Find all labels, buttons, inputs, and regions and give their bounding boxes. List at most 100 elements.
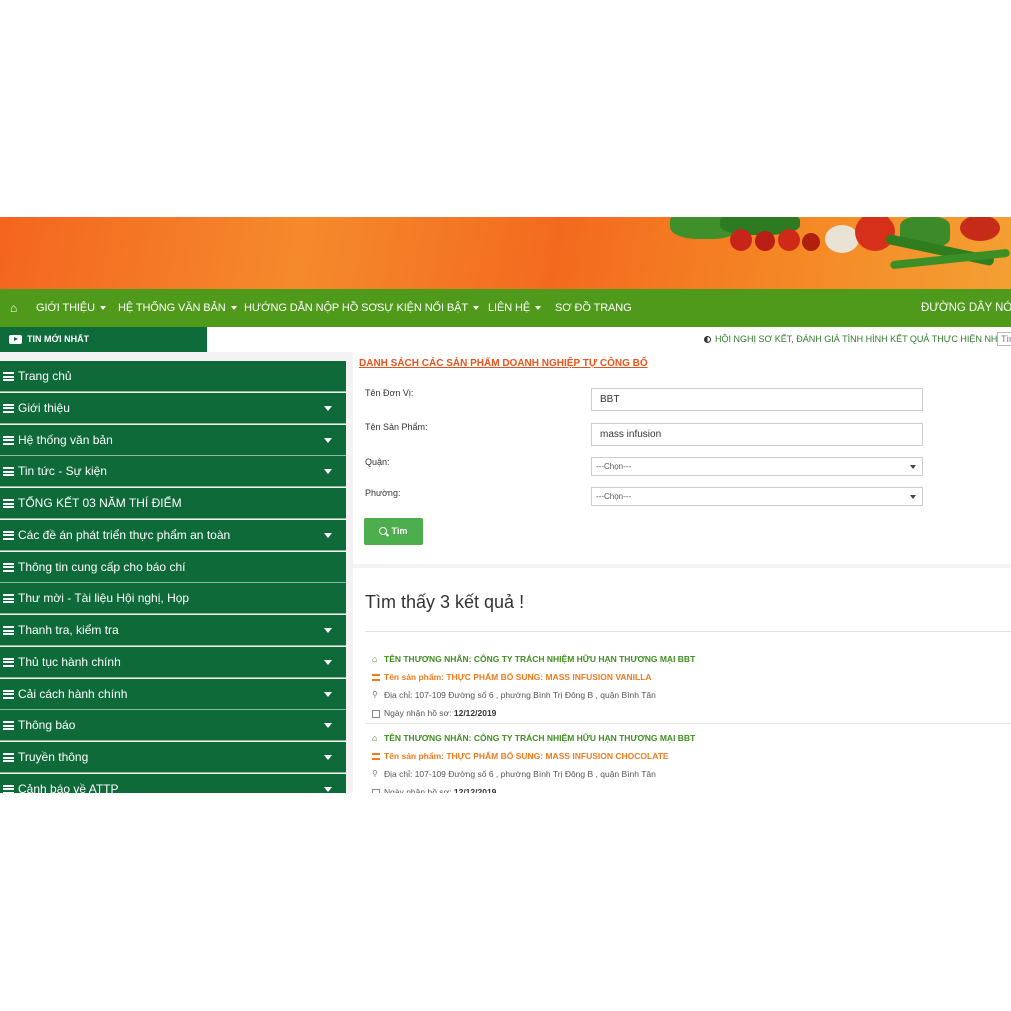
divider	[365, 631, 1011, 632]
date-row: Ngày nhận hồ sơ: 12/12/2019	[372, 704, 695, 722]
sidebar-item[interactable]: Truyền thông	[0, 742, 346, 773]
sidebar-item-label: Truyền thông	[18, 750, 89, 764]
sidebar-item[interactable]: Cải cách hành chính	[0, 678, 346, 710]
sidebar-item[interactable]: TỔNG KẾT 03 NĂM THÍ ĐIỂM	[0, 488, 346, 519]
nav-item-so-do-trang[interactable]: SƠ ĐỒ TRANG	[555, 289, 632, 327]
district-select[interactable]: ---Chọn---	[591, 457, 923, 476]
home-icon: ⌂	[372, 654, 378, 664]
address-row: ⚲ Địa chỉ: 107-109 Đường số 6 , phường Bì…	[372, 765, 695, 783]
ward-select[interactable]: ---Chọn---	[591, 487, 923, 506]
sidebar-item-label: Thông báo	[18, 718, 76, 733]
chevron-down-icon	[535, 306, 542, 311]
search-button[interactable]: Tìm	[364, 518, 423, 545]
chevron-down-icon	[324, 723, 332, 729]
list-icon	[3, 721, 14, 731]
search-panel: DANH SÁCH CÁC SẢN PHẨM DOANH NGHIỆP TỰ C…	[353, 352, 1011, 564]
list-icon	[3, 403, 14, 413]
product-name-input[interactable]	[591, 423, 923, 446]
main-nav: ⌂ GIỚI THIỆU HỆ THỐNG VĂN BẢN HƯỚNG DẪN …	[0, 289, 1011, 327]
product-row[interactable]: Tên sản phẩm: THỰC PHẨM BỔ SUNG: MASS IN…	[372, 668, 695, 686]
list-icon	[372, 674, 380, 681]
merchant-row[interactable]: ⌂ TÊN THƯƠNG NHÂN: CÔNG TY TRÁCH NHIỆM HỮ…	[372, 650, 695, 668]
sidebar-item-label: Trang chủ	[18, 369, 72, 383]
chevron-down-icon	[230, 306, 237, 311]
sidebar-item[interactable]: Giới thiệu	[0, 392, 346, 424]
news-bar: TIN MỚI NHẤT HỘI NGHỊ SƠ KẾT, ĐÁNH GIÁ T…	[0, 327, 1011, 352]
address-text: Địa chỉ: 107-109 Đường số 6 , phường Bìn…	[384, 769, 656, 779]
merchant-name: TÊN THƯƠNG NHÂN: CÔNG TY TRÁCH NHIỆM HỮU…	[384, 733, 696, 743]
contrast-icon	[704, 336, 711, 344]
list-icon	[3, 562, 14, 572]
nav-item-he-thong-van-ban[interactable]: HỆ THỐNG VĂN BẢN	[118, 289, 237, 327]
calendar-icon	[372, 789, 380, 793]
sidebar-item-label: Tin tức - Sự kiện	[18, 464, 107, 479]
sidebar-item-label: Thanh tra, kiểm tra	[18, 623, 119, 637]
sidebar-item-label: Các đề án phát triển thực phẩm an toàn	[18, 527, 231, 542]
chevron-down-icon	[324, 437, 332, 443]
product-name: Tên sản phẩm: THỰC PHẨM BỔ SUNG: MASS IN…	[384, 672, 652, 682]
sidebar-item[interactable]: Thư mời - Tài liệu Hội nghị, Họp	[0, 583, 346, 615]
list-icon	[3, 435, 14, 445]
list-icon	[3, 372, 14, 381]
chevron-down-icon	[324, 532, 332, 538]
merchant-row[interactable]: ⌂ TÊN THƯƠNG NHÂN: CÔNG TY TRÁCH NHIỆM HỮ…	[372, 729, 695, 747]
unit-name-input[interactable]	[591, 388, 923, 411]
nav-item-gioi-thieu[interactable]: GIỚI THIỆU	[36, 289, 106, 327]
sidebar-item[interactable]: Cảnh báo về ATTP	[0, 773, 346, 793]
sidebar-item-label: Hệ thống văn bản	[18, 432, 113, 447]
date-label: Ngày nhận hồ sơ:	[384, 787, 452, 793]
address-row: ⚲ Địa chỉ: 107-109 Đường số 6 , phường Bì…	[372, 686, 695, 704]
chevron-down-icon	[324, 405, 332, 411]
map-marker-icon: ⚲	[372, 690, 378, 699]
nav-item-su-kien-noi-bat[interactable]: SỰ KIỆN NỔI BẬT	[377, 289, 480, 327]
sidebar-item[interactable]: Thủ tục hành chính	[0, 646, 346, 678]
vegetables-image	[660, 217, 1011, 289]
sidebar-item[interactable]: Thông tin cung cấp cho báo chí	[0, 551, 346, 583]
nav-item-huong-dan-nop-ho-so[interactable]: HƯỚNG DẪN NỘP HỒ SƠ	[244, 289, 378, 327]
latest-news-text: TIN MỚI NHẤT	[27, 334, 90, 344]
news-ticker[interactable]: HỘI NGHỊ SƠ KẾT, ĐÁNH GIÁ TÌNH HÌNH KẾT …	[704, 327, 997, 352]
sidebar-item[interactable]: Thông báo	[0, 710, 346, 742]
sidebar-item[interactable]: Hệ thống văn bản	[0, 424, 346, 456]
sidebar-item[interactable]: Tin tức - Sự kiện	[0, 456, 346, 488]
search-button-label: Tìm	[391, 526, 408, 536]
chevron-down-icon	[99, 306, 106, 311]
list-icon	[372, 753, 380, 760]
product-row[interactable]: Tên sản phẩm: THỰC PHẨM BỔ SUNG: MASS IN…	[372, 747, 695, 765]
unit-label: Tên Đơn Vị:	[365, 388, 414, 398]
list-item: ⌂ TÊN THƯƠNG NHÂN: CÔNG TY TRÁCH NHIỆM HỮ…	[372, 650, 695, 722]
sidebar-item-label: Thủ tục hành chính	[18, 654, 121, 669]
address-text: Địa chỉ: 107-109 Đường số 6 , phường Bìn…	[384, 690, 656, 700]
sidebar: Trang chủ Giới thiệu Hệ thống văn bản Tin t…	[0, 361, 346, 793]
date-value: 12/12/2019	[453, 708, 497, 718]
video-icon	[9, 335, 22, 344]
ward-select-value: ---Chọn---	[596, 492, 632, 501]
list-icon	[3, 467, 14, 477]
page-screenshot: ⌂ GIỚI THIỆU HỆ THỐNG VĂN BẢN HƯỚNG DẪN …	[0, 217, 1011, 793]
sidebar-item-label: TỔNG KẾT 03 NĂM THÍ ĐIỂM	[18, 496, 182, 510]
home-icon[interactable]: ⌂	[10, 289, 17, 327]
nav-item-label: LIÊN HỆ	[488, 302, 531, 314]
nav-item-lien-he[interactable]: LIÊN HỆ	[488, 289, 542, 327]
list-icon	[3, 530, 14, 540]
sidebar-item[interactable]: Trang chủ	[0, 361, 346, 392]
nav-item-label: SỰ KIỆN NỔI BẬT	[377, 302, 469, 314]
list-icon	[3, 594, 14, 604]
nav-item-label: HỆ THỐNG VĂN BẢN	[118, 302, 226, 314]
district-select-value: ---Chọn---	[596, 462, 632, 471]
chevron-down-icon	[910, 495, 916, 499]
header-banner	[0, 217, 1011, 289]
chevron-down-icon	[324, 469, 332, 475]
hotline-text: ĐƯỜNG DÂY NÓN	[921, 302, 1011, 314]
list-icon	[3, 753, 14, 762]
ticker-text: HỘI NGHỊ SƠ KẾT, ĐÁNH GIÁ TÌNH HÌNH KẾT …	[715, 334, 998, 344]
sidebar-item-label: Thư mời - Tài liệu Hội nghị, Họp	[18, 591, 190, 606]
sidebar-item-label: Thông tin cung cấp cho báo chí	[18, 559, 186, 574]
sidebar-item[interactable]: Các đề án phát triển thực phẩm an toàn	[0, 519, 346, 551]
product-label: Tên Sản Phẩm:	[365, 422, 428, 432]
chevron-down-icon	[324, 755, 332, 760]
search-input[interactable]	[997, 332, 1011, 346]
results-panel: Tìm thấy 3 kết quả ! ⌂ TÊN THƯƠNG NHÂN: C…	[353, 568, 1011, 793]
sidebar-item[interactable]: Thanh tra, kiểm tra	[0, 615, 346, 646]
search-icon	[379, 527, 390, 537]
